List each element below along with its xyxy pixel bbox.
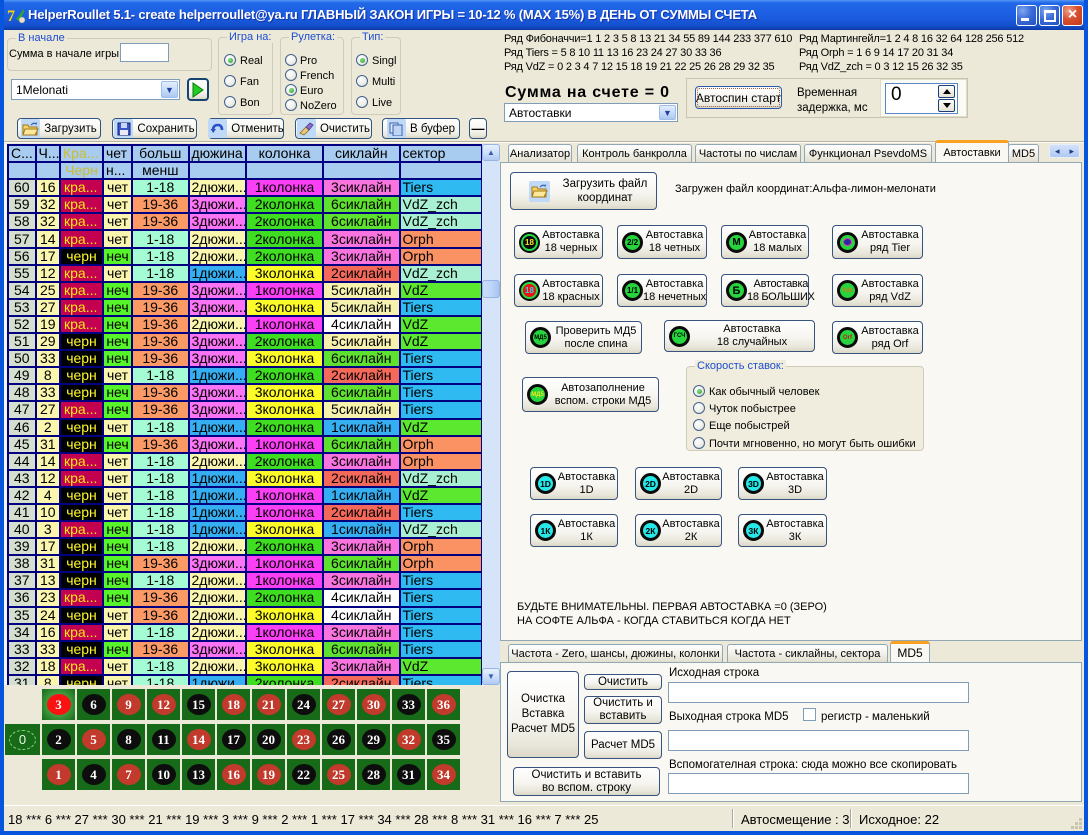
svg-text:7: 7 (7, 8, 15, 25)
